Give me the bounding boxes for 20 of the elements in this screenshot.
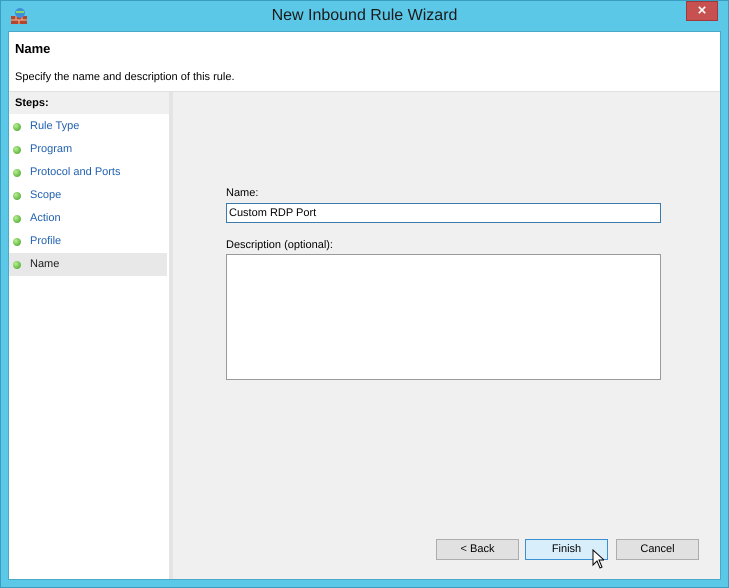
firewall-icon (10, 7, 28, 25)
name-label: Name: (226, 186, 260, 201)
step-item[interactable]: Rule Type (9, 115, 167, 138)
page-title: Name (15, 40, 52, 58)
step-item[interactable]: Action (9, 207, 167, 230)
mouse-pointer-icon (592, 549, 604, 569)
window-title: New Inbound Rule Wizard (272, 6, 458, 26)
step-item[interactable]: Scope (9, 184, 167, 207)
steps-heading: Steps: (9, 92, 169, 114)
dialog-button[interactable]: < Back (436, 539, 519, 560)
description-field[interactable] (226, 254, 661, 380)
name-field[interactable]: Custom RDP Port (226, 202, 661, 222)
step-item[interactable]: Profile (9, 230, 167, 253)
step-item[interactable]: Protocol and Ports (9, 161, 167, 184)
description-label: Description (optional): (226, 238, 334, 252)
page-subtitle: Specify the name and description of this rule. (15, 70, 236, 84)
step-item[interactable]: Name (9, 253, 167, 276)
step-item[interactable]: Program (9, 138, 167, 161)
close-button[interactable]: × (686, 1, 718, 21)
dialog-button[interactable]: Cancel (616, 539, 699, 560)
